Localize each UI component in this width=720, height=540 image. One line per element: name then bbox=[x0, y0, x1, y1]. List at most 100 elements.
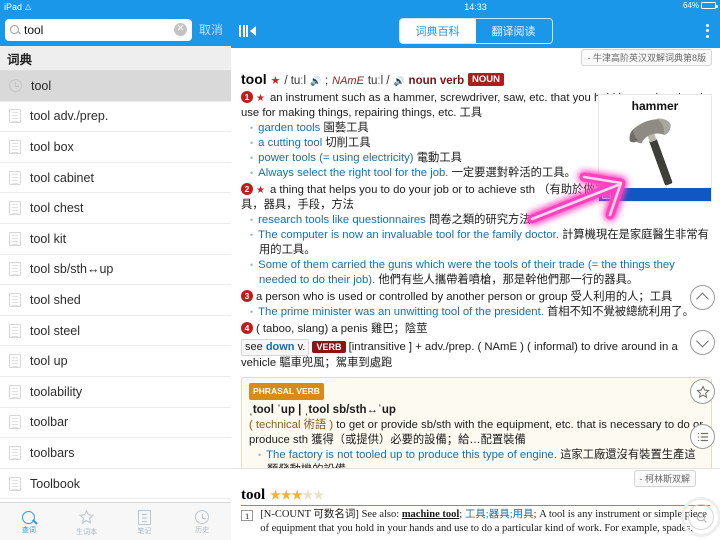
chevron-up-icon bbox=[696, 292, 709, 306]
list-item-tool[interactable]: tool bbox=[0, 71, 231, 102]
hammer-illustration bbox=[629, 118, 673, 186]
dictionary-source-badge[interactable]: - 牛津高阶英汉双解词典第8版 bbox=[581, 49, 712, 66]
grammar-label: [N-COUNT 可数名词] bbox=[260, 509, 359, 520]
clock-icon bbox=[195, 510, 210, 524]
collins-sense-text: [N-COUNT 可数名词] See also: machine tool; 工… bbox=[260, 509, 707, 534]
list-item-label: Toolbook bbox=[30, 476, 81, 491]
battery-indicator: 64% bbox=[682, 1, 718, 10]
verb-definition-cn: 驅車兜風；駕車到處跑 bbox=[279, 357, 393, 369]
list-item-label: tool shed bbox=[30, 292, 81, 307]
status-bar-left: iPad △ bbox=[0, 0, 231, 13]
example: The prime minister was an unwitting tool… bbox=[241, 305, 712, 320]
tab-history[interactable]: 历史 bbox=[173, 503, 231, 540]
scroll-up-button[interactable] bbox=[690, 285, 715, 310]
document-icon bbox=[9, 139, 21, 154]
list-item-toolbar[interactable]: toolbar bbox=[0, 407, 231, 439]
list-item-label: tool chest bbox=[30, 201, 84, 216]
list-item-toolability[interactable]: toolability bbox=[0, 376, 231, 408]
speaker-icon[interactable]: 🔊 bbox=[393, 76, 404, 86]
sense-3: 3a person who is used or controlled by a… bbox=[241, 290, 712, 320]
sense-number: 4 bbox=[241, 322, 253, 334]
favorite-button[interactable] bbox=[690, 379, 715, 404]
example: Some of them carried the guns which were… bbox=[241, 258, 712, 288]
sense-4: 4( taboo, slang) a penis 雞巴；陰莖 bbox=[241, 322, 712, 337]
search-input[interactable]: tool ✕ bbox=[5, 18, 192, 41]
phrasal-verb-badge: PHRASAL VERB bbox=[249, 383, 324, 400]
cross-reference-see-down[interactable]: see down v. bbox=[241, 339, 310, 356]
list-item-label: tool cabinet bbox=[30, 170, 94, 185]
dictionary-source-badge[interactable]: - 柯林斯双解 bbox=[633, 470, 696, 487]
sense-number: 3 bbox=[241, 290, 253, 302]
headword: tool bbox=[241, 71, 267, 87]
document-icon bbox=[9, 415, 21, 430]
star-icon bbox=[78, 508, 95, 526]
zoom-out-button[interactable] bbox=[681, 497, 720, 537]
list-item-tool-adv-prep[interactable]: tool adv./prep. bbox=[0, 101, 231, 133]
example-cn: 他們有些人攜帶着噴槍，那是幹他們那一行的器具。 bbox=[378, 274, 639, 286]
search-input-value: tool bbox=[24, 22, 44, 37]
tab-search[interactable]: 查词 bbox=[0, 503, 58, 540]
collins-sense-1: 1 [N-COUNT 可数名词] See also: machine tool;… bbox=[241, 506, 710, 536]
cancel-button[interactable]: 取消 bbox=[196, 21, 226, 38]
collins-sense-number: 1 bbox=[241, 510, 254, 521]
list-item-tool-steel[interactable]: tool steel bbox=[0, 315, 231, 347]
tab-translate-read[interactable]: 翻译阅读 bbox=[476, 19, 552, 43]
list-item-label: tool box bbox=[30, 139, 74, 154]
list-item-toolbook[interactable]: Toolbook bbox=[0, 468, 231, 500]
clear-icon[interactable]: ✕ bbox=[173, 23, 187, 36]
tab-label: 查词 bbox=[21, 527, 36, 534]
segmented-control[interactable]: 词典百科 翻译阅读 bbox=[398, 17, 553, 44]
document-icon bbox=[9, 109, 21, 124]
star-icon bbox=[695, 384, 710, 398]
scroll-down-button[interactable] bbox=[690, 330, 715, 355]
search-bar: tool ✕ 取消 bbox=[0, 13, 231, 46]
phonetic-us-label: NAmE bbox=[332, 75, 364, 87]
example: The computer is now an invaluable tool f… bbox=[241, 228, 712, 258]
example: research tools like questionnaires 問卷之類的… bbox=[241, 213, 712, 228]
example-cn: 切削工具 bbox=[325, 137, 371, 149]
hammer-figure[interactable]: hammer bbox=[598, 94, 712, 202]
list-item-tool-box[interactable]: tool box bbox=[0, 132, 231, 163]
collins-cn-gloss: 工具;器具;用具 bbox=[464, 509, 534, 520]
example-en: power tools (= using electricity) bbox=[258, 152, 414, 164]
phrasal-verb-def-cn: 獲得（或提供）必要的設備；給…配置裝備 bbox=[311, 434, 526, 446]
verb-section: see down v. VERB [intransitive ] + adv./… bbox=[241, 339, 712, 371]
content-panel: 14:33 64% 词典百科 翻译阅读 - 牛津高阶英汉双解词典第8版 tool… bbox=[231, 0, 720, 540]
battery-percent: 64% bbox=[682, 1, 699, 10]
tab-label: 历史 bbox=[195, 527, 210, 534]
pos-badge-verb: VERB bbox=[312, 341, 346, 353]
tab-vocabulary[interactable]: 生词本 bbox=[58, 503, 116, 540]
word-suggestion-list[interactable]: tool tool adv./prep. tool box tool cabin… bbox=[0, 71, 231, 525]
sense-star-icon: ★ bbox=[256, 185, 265, 196]
list-item-tool-up[interactable]: tool up bbox=[0, 346, 231, 377]
list-item-tool-kit[interactable]: tool kit bbox=[0, 223, 231, 255]
tab-label: 生词本 bbox=[76, 528, 98, 536]
sense-definition-en: a person who is used or controlled by an… bbox=[256, 291, 568, 303]
tab-notes[interactable]: 笔记 bbox=[116, 503, 174, 540]
collapse-sidebar-icon[interactable] bbox=[239, 24, 256, 37]
status-bar-right: 14:33 64% bbox=[231, 0, 720, 13]
sidebar-panel: iPad △ tool ✕ 取消 词典 tool tool adv./prep.… bbox=[0, 0, 231, 540]
list-item-tool-shed[interactable]: tool shed bbox=[0, 285, 231, 316]
clock-time: 14:33 bbox=[464, 1, 487, 12]
outline-button[interactable] bbox=[690, 424, 715, 449]
image-thumb-icon[interactable] bbox=[599, 188, 711, 201]
wifi-icon: △ bbox=[25, 2, 32, 11]
sense-star-icon: ★ bbox=[256, 93, 265, 104]
figure-caption: hammer bbox=[631, 99, 679, 113]
speaker-icon[interactable]: 🔊 bbox=[310, 76, 321, 86]
sense-number: 2 bbox=[241, 183, 253, 195]
document-icon bbox=[9, 445, 21, 460]
list-item-tool-chest[interactable]: tool chest bbox=[0, 193, 231, 224]
more-vertical-icon[interactable] bbox=[703, 21, 712, 41]
document-icon bbox=[9, 201, 21, 216]
example-cn: 問卷之類的研究方法 bbox=[428, 214, 531, 226]
search-icon bbox=[22, 511, 36, 524]
list-item-tool-sb-sth-up[interactable]: tool sb/sth↔up bbox=[0, 254, 231, 286]
see-also-link[interactable]: machine tool bbox=[402, 509, 459, 520]
battery-icon bbox=[701, 2, 718, 9]
list-item-toolbars[interactable]: toolbars bbox=[0, 438, 231, 469]
list-item-tool-cabinet[interactable]: tool cabinet bbox=[0, 162, 231, 194]
pos-badge-noun: NOUN bbox=[468, 73, 505, 86]
tab-dictionary-encyclopedia[interactable]: 词典百科 bbox=[399, 18, 476, 43]
